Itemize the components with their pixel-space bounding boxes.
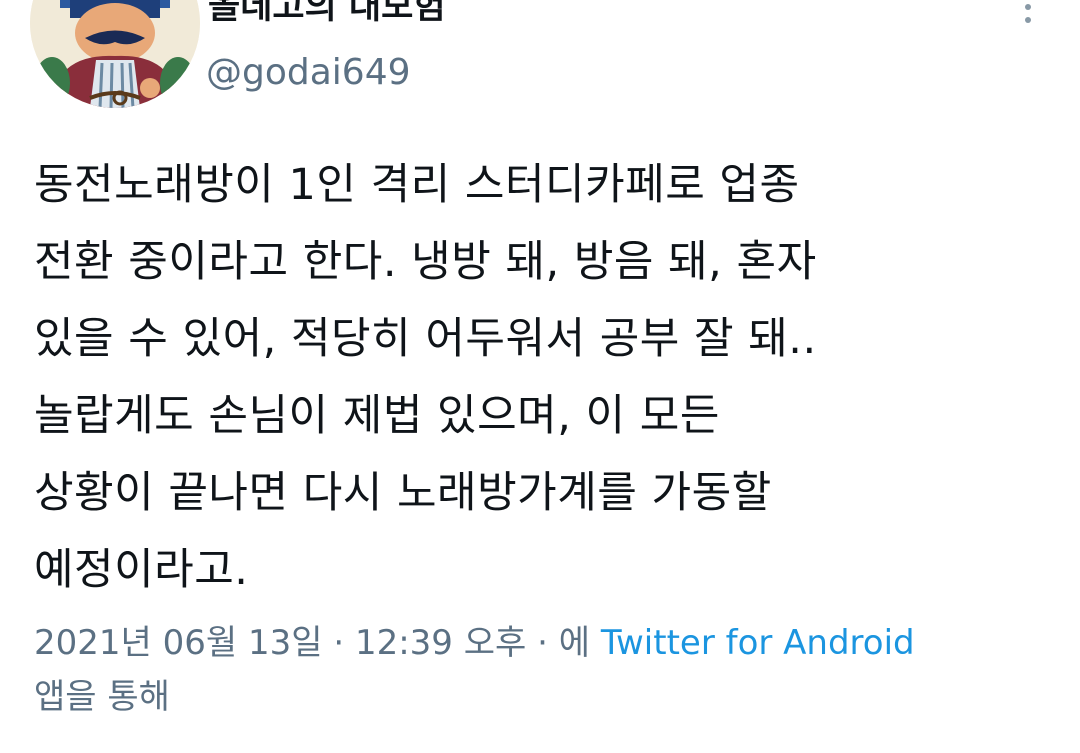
- via-suffix: 앱을 통해: [34, 677, 170, 717]
- tweet-time[interactable]: 12:39 오후: [355, 623, 526, 663]
- tweet-text-line: 전환 중이라고 한다. 냉방 돼, 방음 돼, 혼자: [34, 237, 817, 287]
- author-display-name[interactable]: 올데고의 대모험: [208, 0, 446, 29]
- meta-separator: ·: [526, 623, 559, 663]
- more-vertical-icon: [1025, 4, 1031, 23]
- tweet-source-link[interactable]: Twitter for Android: [601, 623, 915, 663]
- author-handle[interactable]: @godai649: [206, 52, 411, 93]
- tweet-metadata-row: 앱을 통해: [34, 670, 1074, 724]
- tweet-metadata-row: 2021년 06월 13일 · 12:39 오후 · 에 Twitter for…: [34, 616, 1074, 670]
- avatar-illustration: [30, 0, 200, 108]
- avatar[interactable]: [30, 0, 200, 108]
- tweet-metadata: 2021년 06월 13일 · 12:39 오후 · 에 Twitter for…: [34, 616, 1074, 724]
- tweet-text-line: 동전노래방이 1인 격리 스터디카페로 업종: [34, 160, 800, 210]
- via-prefix: 에: [558, 623, 601, 663]
- tweet-text-line: 상황이 끝나면 다시 노래방가계를 가동할: [34, 468, 772, 518]
- tweet-text-line: 놀랍게도 손님이 제법 있으며, 이 모든: [34, 391, 720, 441]
- tweet-date[interactable]: 2021년 06월 13일: [34, 623, 323, 663]
- tweet-text: 동전노래방이 1인 격리 스터디카페로 업종 전환 중이라고 한다. 냉방 돼,…: [34, 147, 1074, 609]
- tweet-detail: 올데고의 대모험 @godai649 동전노래방이 1인 격리 스터디카페로 업…: [0, 0, 1080, 753]
- meta-separator: ·: [322, 623, 355, 663]
- tweet-text-line: 예정이라고.: [34, 545, 249, 595]
- tweet-text-line: 있을 수 있어, 적당히 어두워서 공부 잘 돼..: [34, 314, 817, 364]
- more-options-button[interactable]: [1008, 0, 1048, 34]
